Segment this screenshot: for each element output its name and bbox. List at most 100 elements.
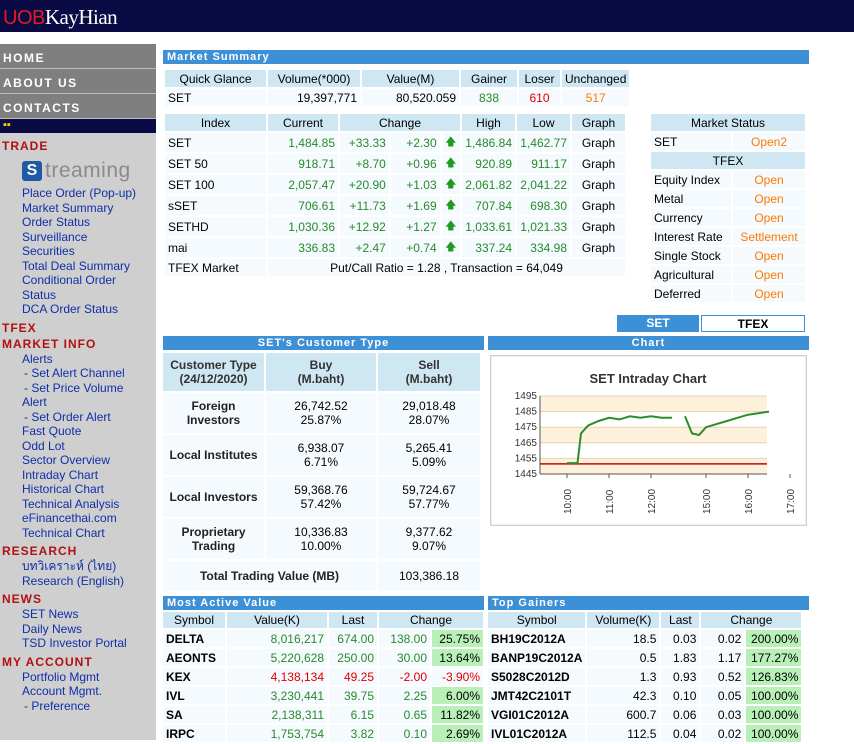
symbol[interactable]: IVL [163, 687, 225, 704]
market-status-table: Market Status SET Open2 TFEX Equity Index Ope… [649, 112, 807, 304]
index-change: +11.73 [340, 196, 389, 215]
sidebar-link[interactable]: - Set Order Alert [0, 410, 156, 425]
table-row[interactable]: SA 2,138,311 6.15 0.65 11.82% [163, 706, 483, 723]
table-row[interactable]: AEONTS 5,220,628 250.00 30.00 13.64% [163, 649, 483, 666]
graph-link[interactable]: Graph [572, 154, 625, 173]
sidebar-link[interactable]: Historical Chart [0, 482, 156, 497]
symbol[interactable]: BH19C2012A [488, 630, 586, 647]
index-name[interactable]: SET [165, 133, 266, 152]
sidebar-link[interactable]: - Preference [0, 699, 156, 714]
last: 0.06 [661, 706, 700, 723]
symbol[interactable]: S5028C2012D [488, 668, 586, 685]
symbol[interactable]: IVL01C2012A [488, 725, 586, 742]
index-name[interactable]: SET 50 [165, 154, 266, 173]
up-arrow-icon: 🡅 [441, 175, 460, 194]
status-row: Interest Rate Settlement [651, 228, 805, 245]
change-pct: -3.90% [432, 668, 483, 685]
symbol[interactable]: IRPC [163, 725, 225, 742]
sidebar-link[interactable]: Account Mgmt. [0, 684, 156, 699]
index-name[interactable]: SETHD [165, 217, 266, 236]
streaming-logo[interactable]: Streaming [22, 159, 156, 184]
buy-cell: 59,368.76 57.42% [266, 477, 376, 517]
intraday-chart-panel[interactable]: SET Intraday Chart 1495 1485 1475 1465 1455 14… [490, 355, 807, 526]
index-row: SET 50 918.71 +8.70 +0.96 🡅 920.89 911.17 Graph [165, 154, 625, 173]
sidebar-link[interactable]: Securities [0, 244, 156, 259]
sidebar-link[interactable]: Intraday Chart [0, 468, 156, 483]
qg-loser: 610 [519, 89, 560, 106]
sidebar-link[interactable]: Portfolio Mgmt [0, 670, 156, 685]
sidebar-link[interactable]: DCA Order Status [0, 302, 156, 317]
graph-link[interactable]: Graph [572, 196, 625, 215]
symbol[interactable]: SA [163, 706, 225, 723]
table-row[interactable]: IVL01C2012A 112.5 0.04 0.02 100.00% [488, 725, 802, 742]
sidebar-link[interactable]: Fast Quote [0, 424, 156, 439]
index-row: mai 336.83 +2.47 +0.74 🡅 337.24 334.98 Graph [165, 238, 625, 257]
table-row[interactable]: BH19C2012A 18.5 0.03 0.02 200.00% [488, 630, 802, 647]
buy-value: 10,336.83 [294, 525, 348, 539]
graph-link[interactable]: Graph [572, 217, 625, 236]
sidebar-link[interactable]: Order Status [0, 215, 156, 230]
sidebar-link[interactable]: eFinancethai.com [0, 511, 156, 526]
index-name[interactable]: SET 100 [165, 175, 266, 194]
sidebar-link[interactable]: Surveillance [0, 230, 156, 245]
symbol[interactable]: DELTA [163, 630, 225, 647]
sidebar-link[interactable]: SET News [0, 607, 156, 622]
status-set-value: Open2 [733, 133, 805, 150]
table-row[interactable]: IRPC 1,753,754 3.82 0.10 2.69% [163, 725, 483, 742]
table-row[interactable]: KEX 4,138,134 49.25 -2.00 -3.90% [163, 668, 483, 685]
sidebar-link[interactable]: Sector Overview [0, 453, 156, 468]
sidebar-link[interactable]: Market Summary [0, 201, 156, 216]
tab-tfex[interactable]: TFEX [701, 315, 805, 332]
index-header: Graph [572, 114, 625, 131]
section-tfex[interactable]: TFEX [0, 320, 156, 336]
table-row[interactable]: IVL 3,230,441 39.75 2.25 6.00% [163, 687, 483, 704]
sell-pct: 5.09% [411, 455, 447, 469]
sidebar-link[interactable]: Technical Analysis [0, 497, 156, 512]
sidebar: HOME ABOUT US CONTACTS ▪▪ TRADE Streamin… [0, 44, 156, 740]
sidebar-link[interactable]: - Set Alert Channel [0, 366, 156, 381]
table-row[interactable]: JMT42C2101T 42.3 0.10 0.05 100.00% [488, 687, 802, 704]
graph-link[interactable]: Graph [572, 133, 625, 152]
customer-type-bar: SET's Customer Type [163, 336, 484, 350]
table-row[interactable]: BANP19C2012A 0.5 1.83 1.17 177.27% [488, 649, 802, 666]
sidebar-link[interactable]: Daily News [0, 622, 156, 637]
table-row[interactable]: S5028C2012D 1.3 0.93 0.52 126.83% [488, 668, 802, 685]
sidebar-link[interactable]: Total Deal Summary [0, 259, 156, 274]
sidebar-link[interactable]: Status [0, 288, 156, 303]
nav-contacts[interactable]: CONTACTS [0, 94, 156, 119]
nav-divider: ▪▪ [0, 119, 156, 133]
graph-link[interactable]: Graph [572, 175, 625, 194]
symbol[interactable]: JMT42C2101T [488, 687, 586, 704]
nav-about-us[interactable]: ABOUT US [0, 69, 156, 94]
customer-row: Local Investors 59,368.76 57.42% 59,724.67 5… [163, 477, 480, 517]
uob-kayhian-logo[interactable]: UOBKayHian [3, 5, 118, 30]
chart-band [540, 442, 767, 459]
graph-link[interactable]: Graph [572, 238, 625, 257]
value-k: 5,220,628 [227, 649, 327, 666]
table-row[interactable]: VGI01C2012A 600.7 0.06 0.03 100.00% [488, 706, 802, 723]
sidebar-link[interactable]: Alert [0, 395, 156, 410]
status-value: Open [733, 266, 805, 283]
sidebar-link[interactable]: - Set Price Volume [0, 381, 156, 396]
sidebar-link[interactable]: Research (English) [0, 574, 156, 589]
sidebar-link[interactable]: Alerts [0, 352, 156, 367]
index-name[interactable]: sSET [165, 196, 266, 215]
chart-band [540, 427, 767, 443]
sidebar-link[interactable]: บทวิเคราะห์ (ไทย) [0, 559, 156, 574]
nav-home[interactable]: HOME [0, 44, 156, 69]
sidebar-link[interactable]: Odd Lot [0, 439, 156, 454]
index-name[interactable]: mai [165, 238, 266, 257]
symbol[interactable]: VGI01C2012A [488, 706, 586, 723]
table-row[interactable]: DELTA 8,016,217 674.00 138.00 25.75% [163, 630, 483, 647]
last: 1.83 [661, 649, 700, 666]
sidebar-link[interactable]: Place Order (Pop-up) [0, 186, 156, 201]
symbol[interactable]: KEX [163, 668, 225, 685]
tab-set[interactable]: SET [617, 315, 699, 332]
sidebar-link[interactable]: TSD Investor Portal [0, 636, 156, 651]
symbol[interactable]: AEONTS [163, 649, 225, 666]
symbol[interactable]: BANP19C2012A [488, 649, 586, 666]
sidebar-link[interactable]: Conditional Order [0, 273, 156, 288]
status-label: Currency [651, 209, 731, 226]
sidebar-link[interactable]: Technical Chart [0, 526, 156, 541]
tfex-market-label: TFEX Market [165, 259, 266, 276]
